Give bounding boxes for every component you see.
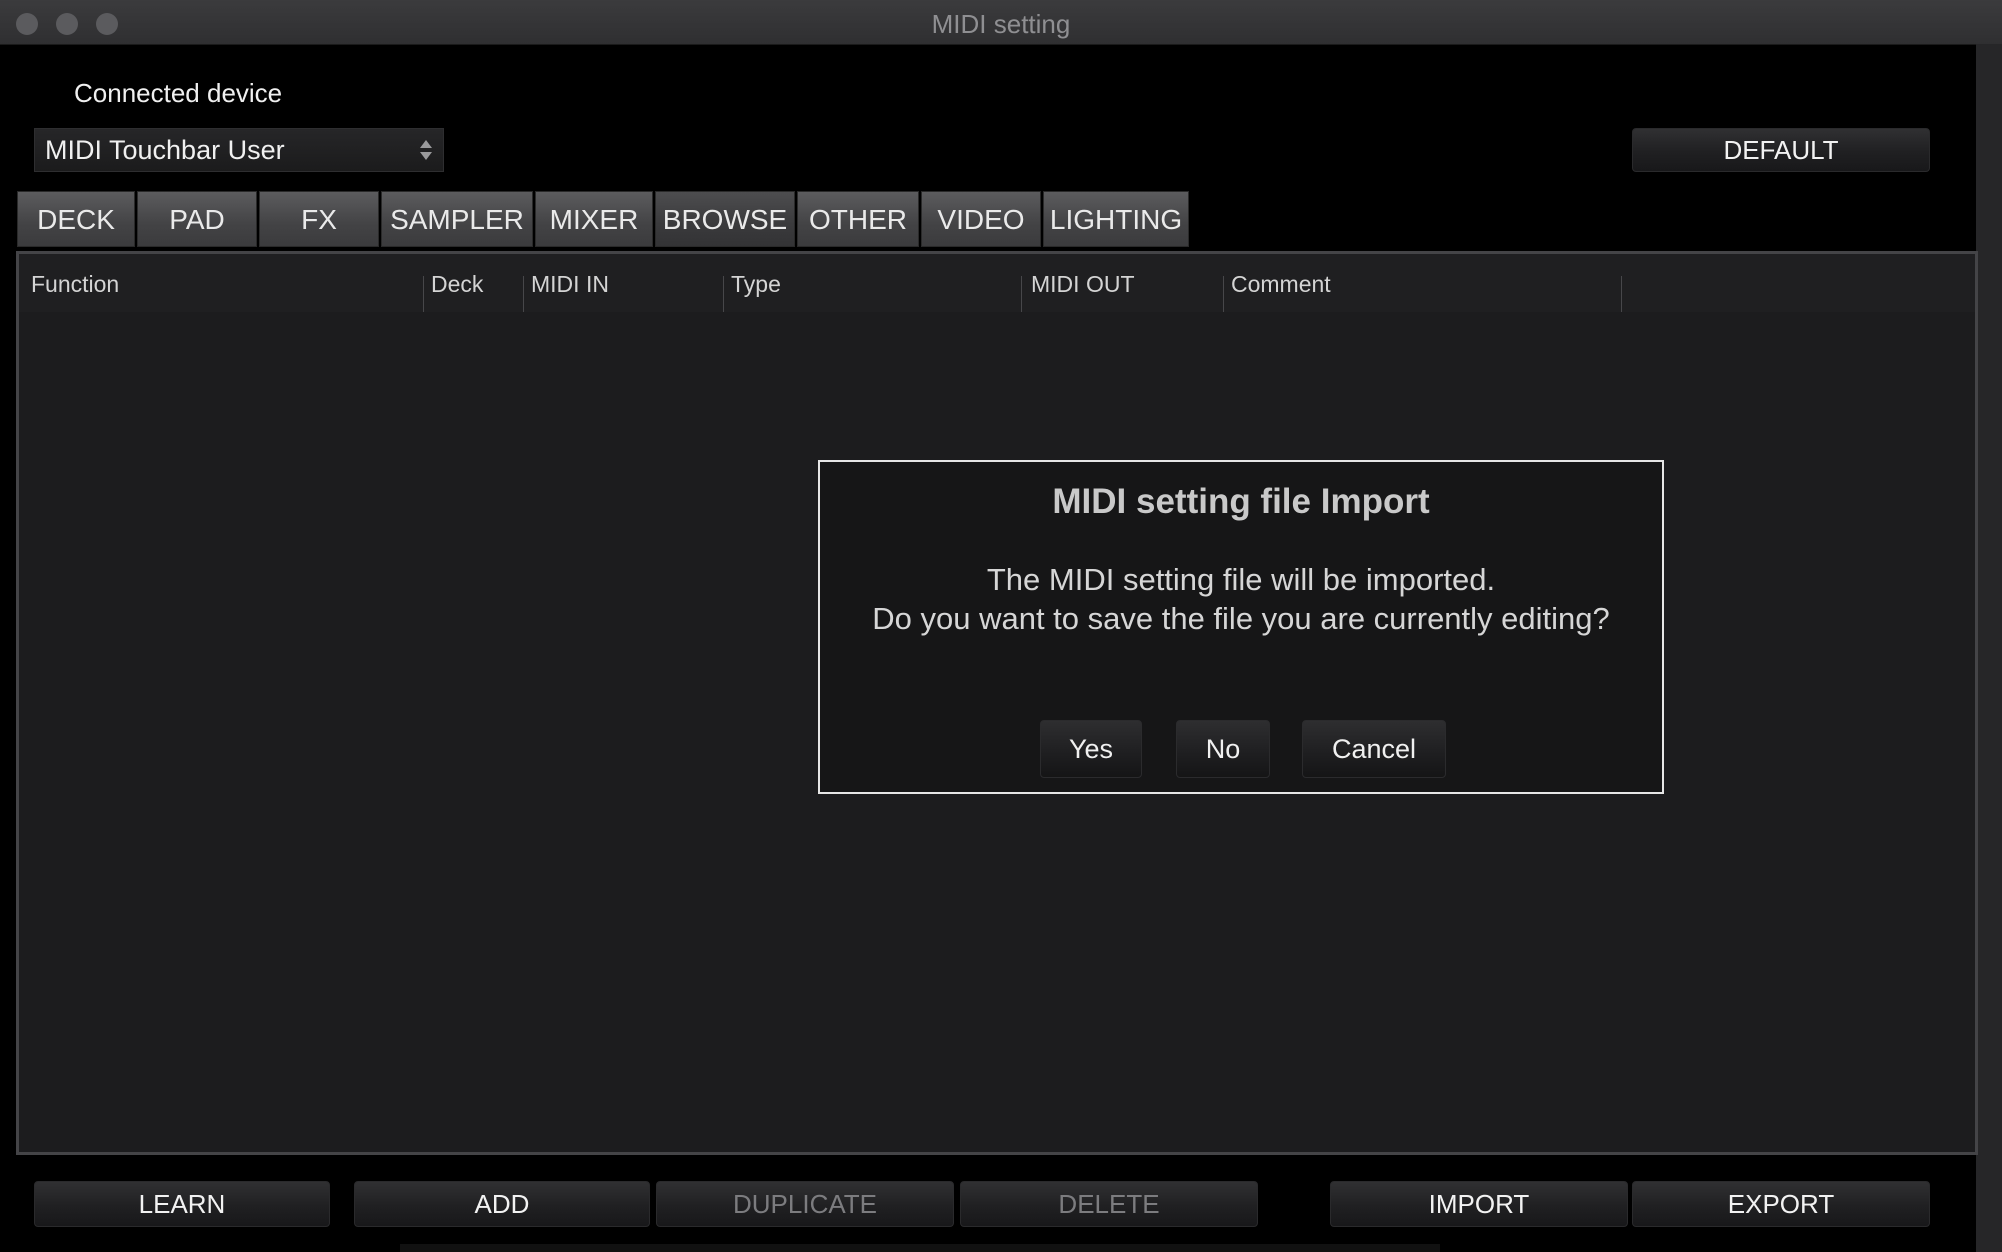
yes-button[interactable]: Yes <box>1040 720 1142 778</box>
column-divider[interactable] <box>1021 276 1022 312</box>
tab-pad[interactable]: PAD <box>137 191 257 247</box>
delete-button[interactable]: DELETE <box>960 1181 1258 1227</box>
tab-lighting[interactable]: LIGHTING <box>1043 191 1189 247</box>
column-divider[interactable] <box>523 276 524 312</box>
default-button[interactable]: DEFAULT <box>1632 128 1930 172</box>
dialog-title: MIDI setting file Import <box>1052 482 1430 521</box>
duplicate-button[interactable]: DUPLICATE <box>656 1181 954 1227</box>
window-edge <box>1976 44 2002 1252</box>
window-titlebar: MIDI setting <box>0 0 2002 45</box>
column-divider[interactable] <box>1223 276 1224 312</box>
cancel-button[interactable]: Cancel <box>1302 720 1446 778</box>
tab-browse[interactable]: BROWSE <box>655 191 795 247</box>
import-button[interactable]: IMPORT <box>1330 1181 1628 1227</box>
column-divider[interactable] <box>1621 276 1622 312</box>
tab-sampler[interactable]: SAMPLER <box>381 191 533 247</box>
tab-other[interactable]: OTHER <box>797 191 919 247</box>
tab-fx[interactable]: FX <box>259 191 379 247</box>
connected-device-label: Connected device <box>74 78 283 108</box>
background-window-edge <box>400 1244 1440 1252</box>
column-divider[interactable] <box>723 276 724 312</box>
column-divider[interactable] <box>423 276 424 312</box>
dialog-message-line1: The MIDI setting file will be imported. <box>986 562 1496 597</box>
no-button[interactable]: No <box>1176 720 1270 778</box>
column-header-function[interactable]: Function <box>31 271 119 298</box>
add-button[interactable]: ADD <box>354 1181 650 1227</box>
learn-button[interactable]: LEARN <box>34 1181 330 1227</box>
device-select-value: MIDI Touchbar User <box>45 135 285 165</box>
column-header-type[interactable]: Type <box>731 271 781 298</box>
column-header-midi-in[interactable]: MIDI IN <box>531 271 609 298</box>
dialog-message-line2: Do you want to save the file you are cur… <box>872 601 1610 636</box>
column-header-midi-out[interactable]: MIDI OUT <box>1031 271 1135 298</box>
window-title: MIDI setting <box>931 9 1071 39</box>
tab-deck[interactable]: DECK <box>17 191 135 247</box>
export-button[interactable]: EXPORT <box>1632 1181 1930 1227</box>
import-confirm-dialog: MIDI setting file Import The MIDI settin… <box>818 460 1664 794</box>
table-header: Function Deck MIDI IN Type MIDI OUT Comm… <box>19 254 1975 312</box>
tab-mixer[interactable]: MIXER <box>535 191 653 247</box>
updown-arrows-icon <box>420 140 432 160</box>
tab-video[interactable]: VIDEO <box>921 191 1041 247</box>
device-select[interactable]: MIDI Touchbar User <box>34 128 444 172</box>
column-header-comment[interactable]: Comment <box>1231 271 1331 298</box>
column-header-deck[interactable]: Deck <box>431 271 483 298</box>
